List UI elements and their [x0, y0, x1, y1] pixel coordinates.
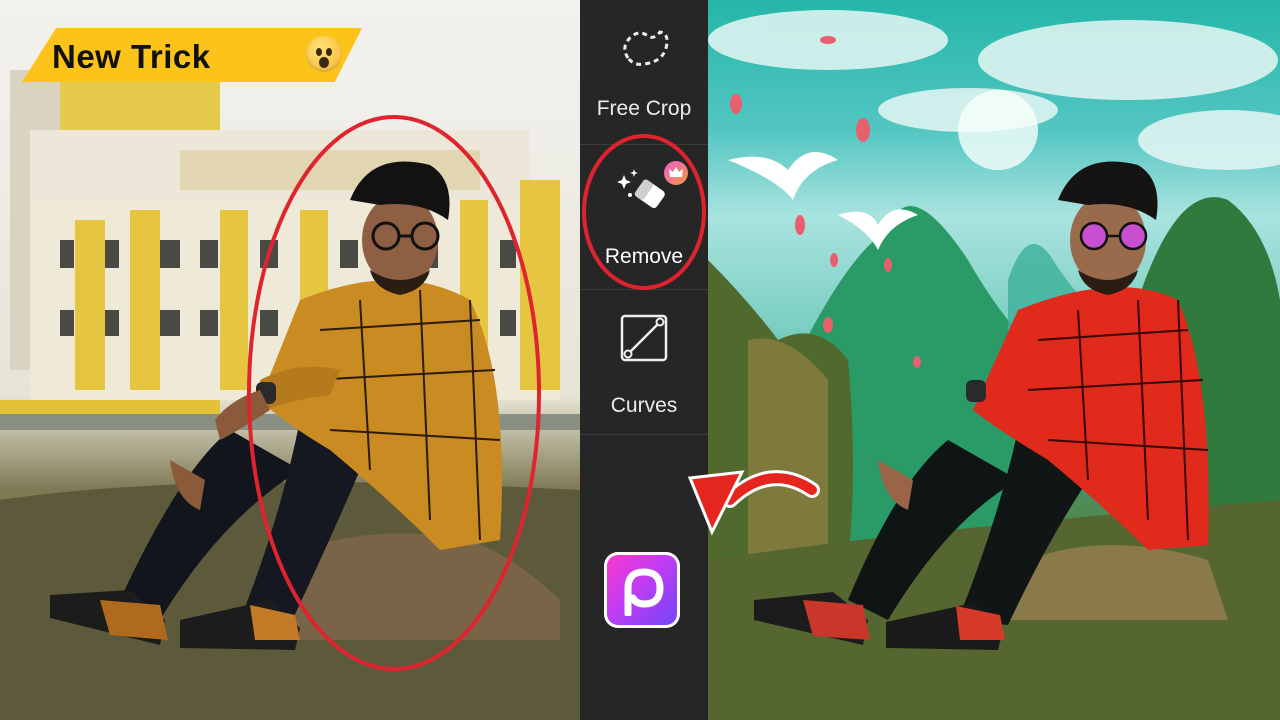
tool-label-curves: Curves: [610, 394, 678, 417]
tool-free-crop[interactable]: Free Crop: [580, 0, 708, 145]
new-trick-badge: New Trick: [22, 28, 362, 82]
tool-label-free-crop: Free Crop: [596, 97, 692, 120]
edited-photo: [708, 0, 1280, 720]
premium-crown-icon: [664, 161, 688, 185]
original-photo: [0, 0, 580, 720]
picsart-logo: [604, 552, 680, 628]
tool-label-remove: Remove: [604, 245, 684, 268]
curves-icon: [620, 314, 668, 362]
badge-text: New Trick: [52, 38, 211, 75]
person-original: [0, 161, 580, 720]
tool-curves[interactable]: Curves: [580, 290, 708, 435]
astonished-face-icon: [306, 36, 342, 72]
edited-scene: [708, 10, 1280, 720]
tool-remove[interactable]: Remove: [580, 145, 708, 290]
free-crop-icon: [623, 30, 669, 66]
